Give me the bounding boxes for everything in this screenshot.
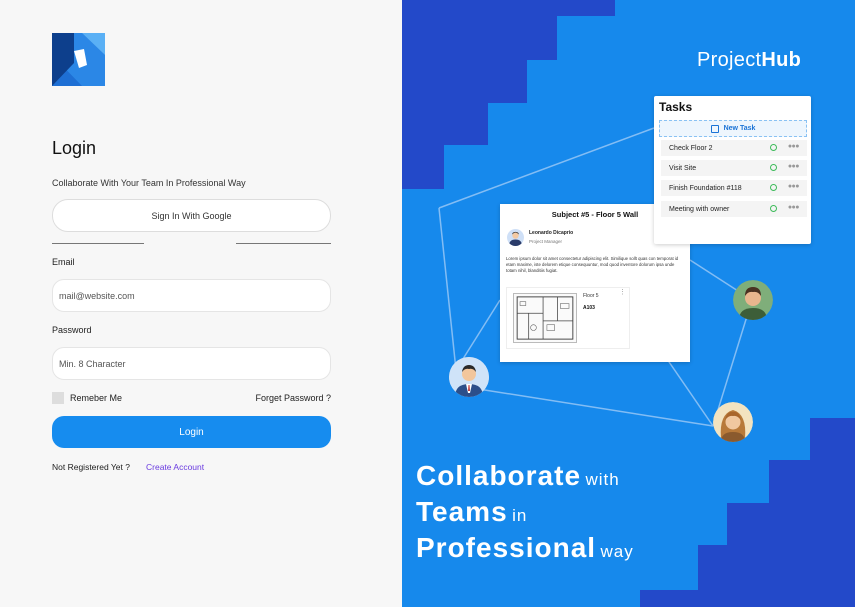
check-icon — [770, 164, 777, 171]
login-title: Login — [52, 138, 97, 158]
task-label: Meeting with owner — [669, 205, 730, 213]
attachment-code: A103 — [583, 305, 595, 311]
tagline-word: Teams — [416, 496, 508, 527]
password-field[interactable] — [52, 347, 331, 380]
task-label: Check Floor 2 — [669, 144, 713, 152]
brand-light: Project — [697, 49, 762, 71]
new-task-button[interactable]: New Task — [659, 120, 807, 137]
task-item[interactable]: Visit Site ●●● — [661, 160, 807, 176]
add-task-icon — [710, 124, 719, 133]
check-icon — [770, 144, 777, 151]
author-name: Leonardo Dicaprio — [529, 230, 574, 236]
team-avatar-woman — [713, 402, 753, 442]
task-label: Finish Foundation #118 — [669, 184, 742, 192]
tagline-word: in — [512, 506, 528, 525]
tasks-title: Tasks — [659, 100, 693, 114]
check-icon — [770, 205, 777, 212]
check-icon — [770, 184, 777, 191]
author-role: Project Manager — [529, 239, 563, 244]
brand-bold: Hub — [761, 49, 802, 71]
subject-body: Lorem ipsum dolor sit amet consectetur a… — [506, 256, 679, 273]
tagline-word: way — [600, 542, 634, 561]
app-logo — [52, 33, 105, 86]
attachment-floor: Floor 5 — [583, 293, 599, 299]
tagline-line-3: Professional way — [416, 532, 634, 564]
tagline-line-1: Collaborate with — [416, 460, 620, 492]
remember-checkbox[interactable] — [52, 392, 64, 404]
email-field[interactable] — [52, 279, 331, 312]
team-avatar-man-suit — [449, 357, 489, 397]
author-avatar — [507, 229, 524, 246]
more-options-icon[interactable]: ⋮ — [619, 289, 626, 296]
login-button[interactable]: Login — [52, 416, 331, 448]
tasks-card: Tasks New Task Check Floor 2 ●●● Visit S… — [654, 96, 811, 244]
divider-left — [52, 243, 144, 244]
google-signin-button[interactable]: Sign In With Google — [52, 199, 331, 232]
task-item[interactable]: Finish Foundation #118 ●●● — [661, 180, 807, 196]
attachment[interactable]: Floor 5 A103 ⋮ — [506, 287, 630, 349]
login-subtitle: Collaborate With Your Team In Profession… — [52, 178, 246, 188]
divider-right — [236, 243, 331, 244]
task-item[interactable]: Check Floor 2 ●●● — [661, 140, 807, 156]
task-item[interactable]: Meeting with owner ●●● — [661, 201, 807, 217]
new-task-label: New Task — [723, 125, 756, 132]
more-icon[interactable]: ●●● — [788, 163, 800, 170]
not-registered-text: Not Registered Yet ? — [52, 462, 130, 472]
promo-panel: ProjectHub Subject #5 - Floor 5 Wall Leo… — [402, 0, 855, 607]
password-label: Password — [52, 325, 92, 335]
brand-logo: ProjectHub — [697, 49, 801, 72]
email-label: Email — [52, 257, 75, 267]
more-icon[interactable]: ●●● — [788, 143, 800, 150]
tagline-word: Professional — [416, 532, 597, 563]
task-label: Visit Site — [669, 164, 697, 172]
create-account-link[interactable]: Create Account — [146, 462, 204, 472]
tagline-word: with — [585, 470, 620, 489]
tagline-word: Collaborate — [416, 460, 582, 491]
login-panel: Login Collaborate With Your Team In Prof… — [0, 0, 402, 607]
forgot-password-link[interactable]: Forget Password ? — [255, 393, 331, 403]
floor-plan-icon — [513, 293, 577, 343]
more-icon[interactable]: ●●● — [788, 183, 800, 190]
more-icon[interactable]: ●●● — [788, 204, 800, 211]
remember-label: Remeber Me — [70, 393, 123, 403]
tagline-line-2: Teams in — [416, 496, 527, 528]
team-avatar-man-green — [733, 280, 773, 320]
